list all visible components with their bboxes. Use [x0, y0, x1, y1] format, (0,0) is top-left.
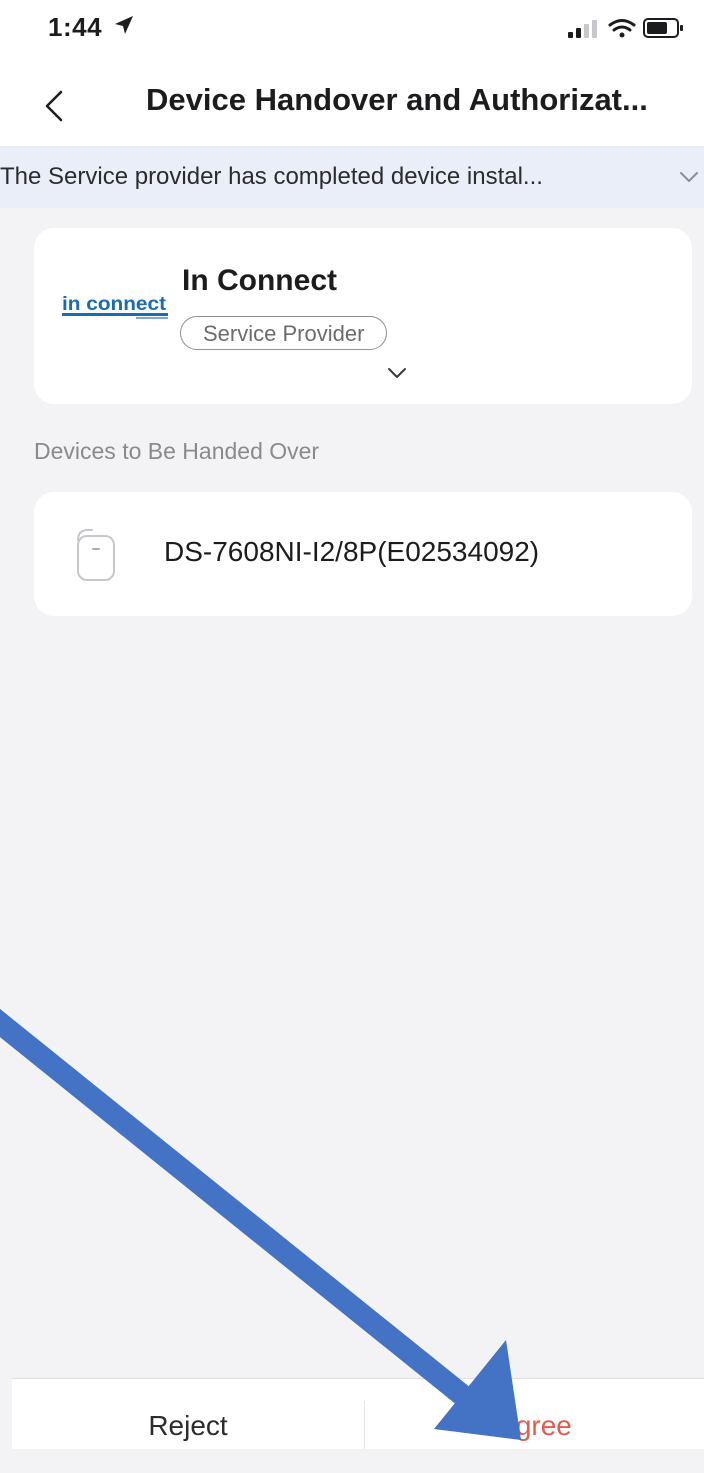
provider-name: In Connect — [182, 264, 337, 297]
nav-bar: Device Handover and Authorizat... — [0, 62, 704, 146]
notice-text: The Service provider has completed devic… — [0, 163, 543, 190]
chevron-down-icon[interactable] — [386, 366, 408, 380]
chevron-down-icon[interactable] — [678, 170, 700, 184]
notice-bar[interactable]: The Service provider has completed devic… — [0, 146, 704, 208]
provider-logo-text: in connect — [62, 294, 167, 315]
chevron-left-icon[interactable] — [40, 88, 70, 124]
location-arrow-icon — [115, 16, 133, 34]
page-title: Device Handover and Authorizat... — [146, 82, 648, 117]
annotation-arrow — [0, 1008, 521, 1440]
status-bar: 1:44 — [0, 0, 704, 62]
action-bar: Reject Agree — [12, 1378, 704, 1449]
wifi-icon — [608, 19, 636, 38]
section-label-devices: Devices to Be Handed Over — [34, 438, 320, 464]
provider-logo: in connect — [62, 294, 168, 319]
reject-button[interactable]: Reject — [12, 1379, 364, 1449]
provider-card[interactable]: in connect In Connect Service Provider — [34, 228, 692, 404]
agree-button[interactable]: Agree — [365, 1379, 704, 1449]
device-list-item[interactable]: DS-7608NI-I2/8P(E02534092) — [34, 492, 692, 616]
provider-role-badge: Service Provider — [180, 316, 388, 350]
battery-icon — [643, 18, 683, 38]
device-name: DS-7608NI-I2/8P(E02534092) — [164, 536, 540, 567]
status-time: 1:44 — [48, 12, 103, 42]
nvr-device-icon — [77, 529, 115, 581]
cellular-signal-icon — [568, 20, 597, 38]
status-icons — [568, 18, 683, 38]
